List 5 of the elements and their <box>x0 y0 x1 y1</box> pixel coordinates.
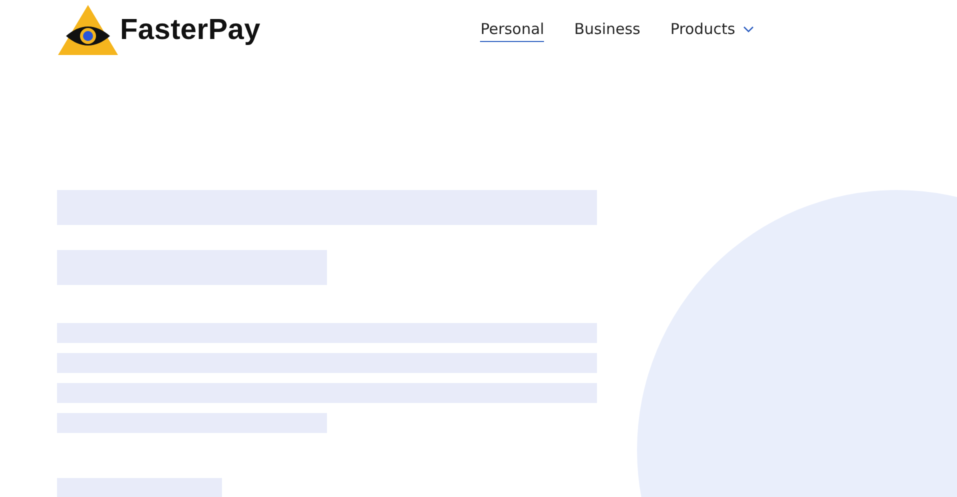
brand-name: FasterPay <box>120 14 260 46</box>
eye-triangle-logo-icon <box>58 5 118 55</box>
nav-link[interactable]: Personal <box>480 20 544 42</box>
nav-link[interactable]: Business <box>574 20 640 42</box>
nav-link[interactable]: Products <box>670 20 754 42</box>
